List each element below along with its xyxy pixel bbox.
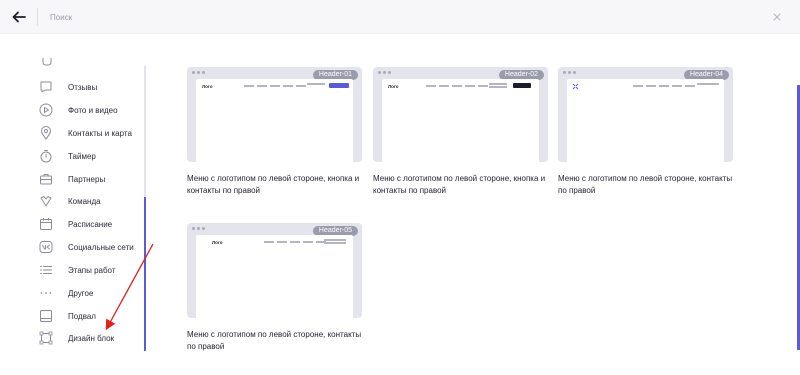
preview-contacts (489, 83, 507, 89)
sidebar-item-label: Подвал (68, 311, 96, 321)
preview-page: Лого (196, 235, 353, 318)
preview-menu (633, 85, 695, 87)
calendar-icon (40, 218, 52, 230)
preview-page: Лого (382, 79, 539, 162)
top-bar (0, 0, 800, 34)
window-dots (563, 71, 576, 74)
more-dots-icon (40, 292, 52, 294)
sidebar-item-label: Другое (68, 288, 94, 298)
window-dots (378, 71, 391, 74)
timer-icon (40, 150, 52, 163)
partial-icon (42, 58, 52, 66)
template-card-header-05[interactable]: Header-05 Лого Меню с логотипом по левой… (187, 223, 362, 352)
sidebar-item-partners[interactable]: Партнеры (38, 169, 105, 189)
play-circle-icon (39, 103, 53, 117)
preview-logo-icon (572, 83, 579, 90)
template-thumbnail: Header-02 Лого (373, 67, 548, 162)
sidebar-item-label: Контакты и карта (68, 128, 132, 138)
sidebar-item-label: Команда (68, 196, 101, 206)
preview-button (513, 83, 531, 88)
sidebar-item-stages[interactable]: Этапы работ (38, 260, 116, 280)
window-dots (192, 71, 205, 74)
preview-button (329, 83, 349, 88)
close-icon[interactable] (770, 10, 784, 24)
preview-logo: Лого (202, 84, 213, 89)
map-pin-icon (40, 126, 52, 140)
template-description: Меню с логотипом по левой стороне, конта… (558, 174, 733, 195)
sidebar-item-label: Расписание (68, 219, 113, 229)
sidebar-item-label: Отзывы (68, 82, 98, 92)
sidebar-item-reviews[interactable]: Отзывы (38, 77, 97, 97)
sidebar-item-other[interactable]: Другое (38, 283, 93, 303)
sidebar-scrollbar-thumb[interactable] (144, 197, 146, 351)
preview-contacts (697, 83, 719, 86)
template-card-header-02[interactable]: Header-02 Лого Меню с логотипом по левой… (373, 67, 548, 196)
template-card-header-04[interactable]: Header-04 Меню с логотипом по левой стор… (558, 67, 733, 196)
sidebar-item-label: Этапы работ (68, 265, 116, 275)
team-icon (40, 196, 52, 207)
sidebar-item-label: Таймер (68, 151, 96, 161)
template-thumbnail: Header-01 Лого (187, 67, 362, 162)
preview-logo: Лого (212, 240, 223, 245)
divider (37, 8, 38, 26)
footer-layout-icon (40, 310, 52, 322)
template-description: Меню с логотипом по левой стороне, кнопк… (187, 174, 360, 195)
chat-bubble-icon (40, 81, 52, 93)
window-dots (192, 227, 205, 230)
sidebar-item-footer[interactable]: Подвал (38, 306, 96, 326)
sidebar-item-design-block[interactable]: Дизайн блок (38, 328, 114, 348)
preview-menu (244, 85, 306, 87)
template-thumbnail: Header-04 (558, 67, 733, 162)
template-description: Меню с логотипом по левой стороне, кнопк… (373, 174, 546, 195)
sidebar-item-timer[interactable]: Таймер (38, 146, 96, 166)
vk-icon (39, 241, 53, 253)
sidebar-item-team[interactable]: Команда (38, 191, 101, 211)
sidebar-item-schedule[interactable]: Расписание (38, 214, 112, 234)
preview-menu (264, 241, 326, 243)
template-thumbnail: Header-05 Лого (187, 223, 362, 318)
sidebar-item-photo-video[interactable]: Фото и видео (38, 100, 118, 120)
sidebar-item-label: Фото и видео (68, 105, 118, 115)
frame-icon (39, 331, 53, 345)
sidebar-item-label: Социальные сети (68, 242, 134, 252)
template-card-header-01[interactable]: Header-01 Лого Меню с логотипом по левой… (187, 67, 362, 196)
preview-menu (426, 85, 488, 87)
search-input[interactable] (50, 9, 350, 25)
sidebar-item-label: Дизайн блок (68, 333, 115, 343)
back-arrow-icon[interactable] (10, 8, 28, 26)
sidebar-item-label: Партнеры (68, 174, 106, 184)
preview-logo: Лого (388, 84, 399, 89)
preview-contacts (307, 83, 325, 86)
preview-page (567, 79, 724, 162)
list-icon (40, 266, 52, 274)
briefcase-icon (40, 174, 52, 185)
preview-page: Лого (196, 79, 353, 162)
preview-contacts (324, 239, 346, 245)
sidebar-item-contacts-map[interactable]: Контакты и карта (38, 123, 132, 143)
sidebar-item-social[interactable]: Социальные сети (38, 237, 134, 257)
template-description: Меню с логотипом по левой стороне, конта… (187, 330, 362, 351)
